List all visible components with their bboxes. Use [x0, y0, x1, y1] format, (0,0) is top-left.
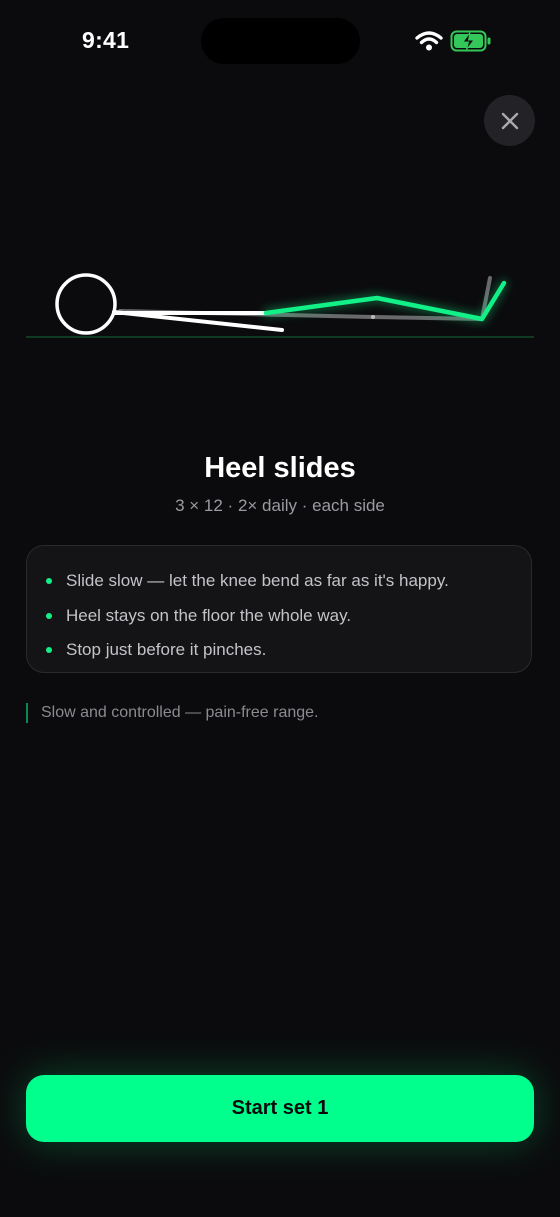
exercise-title: Heel slides [204, 452, 356, 484]
tip-item: Stop just before it pinches. [46, 633, 511, 668]
tips-card: Slide slow — let the knee bend as far as… [26, 545, 532, 673]
status-bar: 9:41 [0, 0, 560, 80]
exercise-illustration [26, 273, 534, 338]
status-time: 9:41 [82, 27, 130, 53]
dynamic-island [201, 18, 360, 64]
wifi-icon [415, 30, 443, 57]
form-note: Slow and controlled — pain-free range. [26, 703, 319, 723]
tip-item: Slide slow — let the knee bend as far as… [46, 564, 511, 599]
exercise-subtitle: 3 × 12 · 2× daily · each side [175, 496, 385, 515]
tip-text: Slide slow — let the knee bend as far as… [66, 571, 449, 591]
tip-text: Heel stays on the floor the whole way. [66, 605, 352, 625]
battery-charging-icon [450, 30, 492, 57]
start-set-button[interactable]: Start set 1 [26, 1075, 534, 1142]
bullet-dot [46, 578, 52, 585]
ghost-knee-joint [371, 315, 375, 319]
bullet-dot [46, 647, 52, 654]
close-button[interactable] [484, 95, 535, 146]
close-icon [501, 112, 518, 129]
bullet-dot [46, 612, 52, 619]
head [55, 273, 117, 335]
tip-text: Stop just before it pinches. [66, 640, 267, 660]
tip-item: Heel stays on the floor the whole way. [46, 599, 511, 634]
start-set-label: Start set 1 [231, 1097, 329, 1119]
